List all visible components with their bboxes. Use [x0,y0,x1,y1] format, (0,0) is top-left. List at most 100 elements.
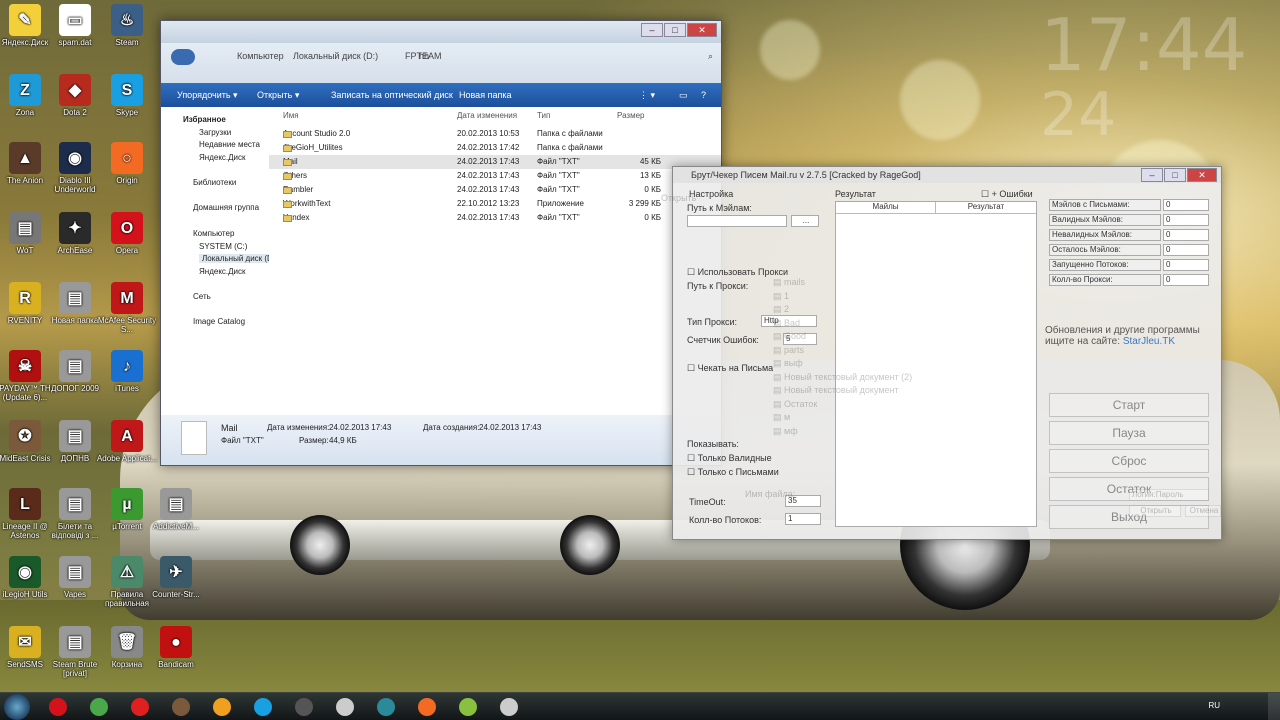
checker-button[interactable]: Выход [1049,505,1209,529]
desktop-icon[interactable]: ● Bandicam [145,626,207,669]
only-valid-checkbox[interactable]: ☐ Только Валидные [687,453,772,464]
checker-window[interactable]: Брут/Чекер Писем Mail.ru v 2.7.5 [Cracke… [661,166,1222,540]
nav-drive-c[interactable]: SYSTEM (C:) [199,242,247,251]
open-button[interactable]: Открыть ▾ [257,90,299,101]
file-row[interactable]: Mail 24.02.2013 17:43 Файл "TXT" 45 КБ [269,155,721,169]
search-icon[interactable]: ⌕ [708,51,713,62]
desktop-icon[interactable]: ♨ Steam [96,4,158,47]
minimize-icon[interactable]: – [641,23,663,37]
results-table[interactable]: Майлы Результат [835,201,1037,527]
checker-title[interactable]: Брут/Чекер Писем Mail.ru v 2.7.5 [Cracke… [673,167,1221,183]
explorer-titlebar[interactable]: – □ ✕ [161,21,721,43]
taskbar-app[interactable] [491,695,527,719]
error-counter-input[interactable]: 5 [783,333,817,345]
col-size[interactable]: Размер [617,111,645,120]
dialog-folder-item[interactable]: ▤ выф [773,358,803,369]
taskbar-app[interactable] [327,695,363,719]
desktop-icon[interactable]: S Skype [96,74,158,117]
dialog-folder-item[interactable]: ▤ 2 [773,304,789,315]
dialog-folder-item[interactable]: ▤ 1 [773,291,789,302]
address-bar[interactable]: Компьютер Локальный диск (D:) FPTEAM hh … [161,43,721,83]
desktop-icon[interactable]: ✈ Counter-Str... [145,556,207,599]
desktop-icon[interactable]: O Opera [96,212,158,255]
taskbar-app[interactable] [122,695,158,719]
results-col-result[interactable]: Результат [936,202,1036,214]
nav-favorites[interactable]: Избранное [183,115,226,124]
nav-downloads[interactable]: Загрузки [199,128,231,137]
col-date[interactable]: Дата изменения [457,111,517,120]
results-col-mails[interactable]: Майлы [836,202,936,214]
file-row[interactable]: Yandex 24.02.2013 17:43 Файл "TXT" 0 КБ [269,211,721,225]
taskbar-app[interactable] [81,695,117,719]
col-type[interactable]: Тип [537,111,550,120]
errors-checkbox[interactable]: ☐ + Ошибки [981,189,1033,200]
checker-button[interactable]: Остаток [1049,477,1209,501]
taskbar-app[interactable] [40,695,76,719]
taskbar-app[interactable] [368,695,404,719]
desktop-icon[interactable]: ▤ AddictiveM... [145,488,207,531]
nav-recent[interactable]: Недавние места [199,140,260,149]
checker-minimize-icon[interactable]: – [1141,168,1163,182]
desktop-icon[interactable]: ♪ iTunes [96,350,158,393]
nav-homegroup[interactable]: Домашняя группа [193,203,259,212]
dialog-folder-item[interactable]: ▤ мф [773,426,798,437]
nav-computer[interactable]: Компьютер [193,229,234,238]
browse-button[interactable]: ... [791,215,819,227]
file-row[interactable]: WorkwithText 22.10.2012 13:23 Приложение 3 … [269,197,721,211]
start-button-icon[interactable] [4,694,30,720]
desktop-icon[interactable]: M McAfee Security S... [96,282,158,334]
file-row[interactable]: JLeGioH_Utilites 24.02.2013 17:42 Папка с … [269,141,721,155]
language-indicator[interactable]: RU [1208,701,1220,710]
checker-button[interactable]: Сброс [1049,449,1209,473]
preview-pane-icon[interactable]: ▭ [679,90,688,101]
nav-image-catalog[interactable]: Image Catalog [193,317,245,326]
dialog-folder-item[interactable]: ▤ м [773,412,790,423]
taskbar-app[interactable] [204,695,240,719]
use-proxy-checkbox[interactable]: ☐ Использовать Прокси [687,267,788,278]
taskbar-app[interactable] [450,695,486,719]
promo-link[interactable]: StarJleu.TK [1123,336,1175,347]
nav-yandex-disk-2[interactable]: Яндекс.Диск [199,267,246,276]
taskbar-app[interactable] [409,695,445,719]
proxy-type-select[interactable]: Http [761,315,817,327]
path-input[interactable] [687,215,787,227]
dialog-folder-item[interactable]: ▤ mails [773,277,805,288]
file-row[interactable]: Rambler 24.02.2013 17:43 Файл "TXT" 0 КБ [269,183,721,197]
file-date: 24.02.2013 17:43 [457,171,520,180]
checker-maximize-icon[interactable]: □ [1164,168,1186,182]
path-label: Путь к Мэйлам: [687,203,752,213]
timeout-input[interactable]: 35 [785,495,821,507]
explorer-window[interactable]: – □ ✕ Компьютер Локальный диск (D:) FPTE… [160,20,722,466]
breadcrumb-drive[interactable]: Локальный диск (D:) [293,51,378,61]
taskbar-app[interactable] [163,695,199,719]
col-name[interactable]: Имя [283,111,299,120]
dialog-folder-item[interactable]: ▤ parts [773,345,804,356]
checker-button[interactable]: Пауза [1049,421,1209,445]
help-icon[interactable]: ? [701,90,706,100]
checker-close-icon[interactable]: ✕ [1187,168,1217,182]
organize-button[interactable]: Упорядочить ▾ [177,90,238,101]
file-row[interactable]: Account Studio 2.0 20.02.2013 10:53 Папка … [269,127,721,141]
check-letters-checkbox[interactable]: ☐ Чекать на Письма [687,363,773,374]
dialog-folder-item[interactable]: ▤ Остаток [773,399,817,410]
nav-network[interactable]: Сеть [193,292,211,301]
file-row[interactable]: Others 24.02.2013 17:43 Файл "TXT" 13 КБ [269,169,721,183]
threads-input[interactable]: 1 [785,513,821,525]
show-desktop-button[interactable] [1268,693,1280,720]
breadcrumb-computer[interactable]: Компьютер [237,51,284,61]
burn-button[interactable]: Записать на оптический диск [331,90,453,100]
new-folder-button[interactable]: Новая папка [459,90,511,100]
checker-button[interactable]: Старт [1049,393,1209,417]
view-options-icon[interactable]: ⋮ ▾ [639,90,655,101]
close-icon[interactable]: ✕ [687,23,717,37]
nav-yandex-disk[interactable]: Яндекс.Диск [199,153,246,162]
desktop-icon[interactable]: ○ Origin [96,142,158,185]
desktop-icon[interactable]: A Adobe Applicat... [96,420,158,463]
back-icon[interactable] [171,49,195,65]
nav-libraries[interactable]: Библиотеки [193,178,236,187]
only-letters-checkbox[interactable]: ☐ Только с Письмами [687,467,779,478]
breadcrumb-subfolder[interactable]: hh [419,51,429,61]
maximize-icon[interactable]: □ [664,23,686,37]
taskbar-app[interactable] [245,695,281,719]
taskbar-app[interactable] [286,695,322,719]
